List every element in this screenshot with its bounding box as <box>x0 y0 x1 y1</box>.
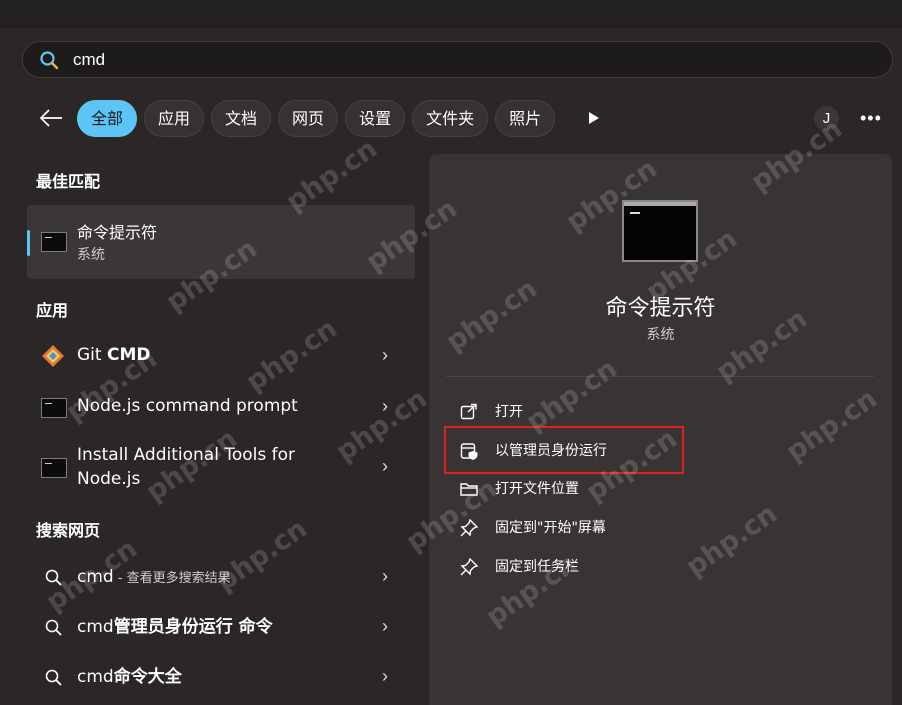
more-options-icon[interactable]: ••• <box>860 108 882 129</box>
selection-accent <box>27 230 30 256</box>
list-item-web-cmd[interactable]: cmd - 查看更多搜索结果 › <box>27 563 415 593</box>
search-icon <box>45 619 62 636</box>
best-match-title: 命令提示符 <box>77 223 158 242</box>
chevron-right-icon: › <box>382 566 388 586</box>
search-icon <box>45 669 62 686</box>
top-strip <box>0 0 902 28</box>
tab-all[interactable]: 全部 <box>77 100 138 137</box>
pin-icon <box>460 518 479 537</box>
list-item-nodejs-prompt[interactable]: Node.js command prompt › <box>27 391 415 425</box>
section-best-match: 最佳匹配 <box>36 172 101 191</box>
terminal-icon <box>41 398 67 418</box>
action-label: 打开 <box>495 404 523 420</box>
search-icon <box>45 569 62 586</box>
divider <box>446 376 874 377</box>
list-item-git-cmd[interactable]: Git CMD › <box>27 339 415 373</box>
action-open-file-location[interactable]: 打开文件位置 <box>459 477 659 501</box>
list-item-web-commands[interactable]: cmd命令大全 › <box>27 663 415 693</box>
list-item-label: Node.js <box>77 469 141 489</box>
detail-title: 命令提示符 <box>605 296 716 321</box>
action-open[interactable]: 打开 <box>459 400 659 424</box>
pin-icon <box>460 557 479 576</box>
detail-panel: 命令提示符 系统 打开 以管理员身份运行 打开文件位置 固定到"开始"屏幕 固定… <box>429 154 892 705</box>
folder-icon <box>460 483 478 496</box>
tab-apps[interactable]: 应用 <box>144 100 205 137</box>
chevron-right-icon: › <box>382 666 388 686</box>
chevron-right-icon: › <box>382 396 388 416</box>
list-item-label: Git CMD <box>77 345 151 365</box>
section-web-search: 搜索网页 <box>36 521 101 540</box>
list-item-label: cmd - 查看更多搜索结果 <box>77 567 231 587</box>
back-arrow-icon[interactable] <box>36 103 66 133</box>
search-icon <box>40 51 59 70</box>
list-item-install-tools[interactable]: Install Additional Tools for Node.js › <box>27 441 415 493</box>
terminal-icon <box>41 458 67 478</box>
tab-photos[interactable]: 照片 <box>495 100 556 137</box>
chevron-right-icon: › <box>382 456 388 476</box>
terminal-icon <box>622 200 698 262</box>
list-item-label: cmd管理员身份运行 命令 <box>77 617 273 637</box>
tab-web[interactable]: 网页 <box>278 100 339 137</box>
action-pin-to-start[interactable]: 固定到"开始"屏幕 <box>459 516 659 540</box>
tab-settings[interactable]: 设置 <box>345 100 406 137</box>
terminal-icon <box>41 232 67 252</box>
play-icon[interactable] <box>583 108 603 128</box>
action-label: 固定到"开始"屏幕 <box>495 520 606 536</box>
search-box[interactable] <box>22 41 893 78</box>
chevron-right-icon: › <box>382 616 388 636</box>
best-match-subtitle: 系统 <box>77 247 105 263</box>
chevron-right-icon: › <box>382 345 388 365</box>
best-match-item[interactable]: 命令提示符 系统 <box>27 205 415 279</box>
avatar[interactable]: J <box>814 106 839 131</box>
list-item-label: cmd命令大全 <box>77 667 182 687</box>
section-apps: 应用 <box>36 301 69 320</box>
open-external-icon <box>460 403 477 420</box>
action-label: 打开文件位置 <box>495 481 579 497</box>
search-input[interactable] <box>73 48 853 72</box>
highlight-box <box>444 426 684 474</box>
list-item-web-admin[interactable]: cmd管理员身份运行 命令 › <box>27 613 415 643</box>
action-label: 固定到任务栏 <box>495 559 579 575</box>
detail-subtitle: 系统 <box>646 327 675 343</box>
tab-folders[interactable]: 文件夹 <box>412 100 489 137</box>
list-item-label: Node.js command prompt <box>77 396 298 416</box>
filter-tabs: 全部 应用 文档 网页 设置 文件夹 照片 <box>77 100 556 137</box>
list-item-label: Install Additional Tools for <box>77 445 295 465</box>
git-icon <box>42 345 64 367</box>
tab-documents[interactable]: 文档 <box>211 100 272 137</box>
action-pin-to-taskbar[interactable]: 固定到任务栏 <box>459 555 659 579</box>
